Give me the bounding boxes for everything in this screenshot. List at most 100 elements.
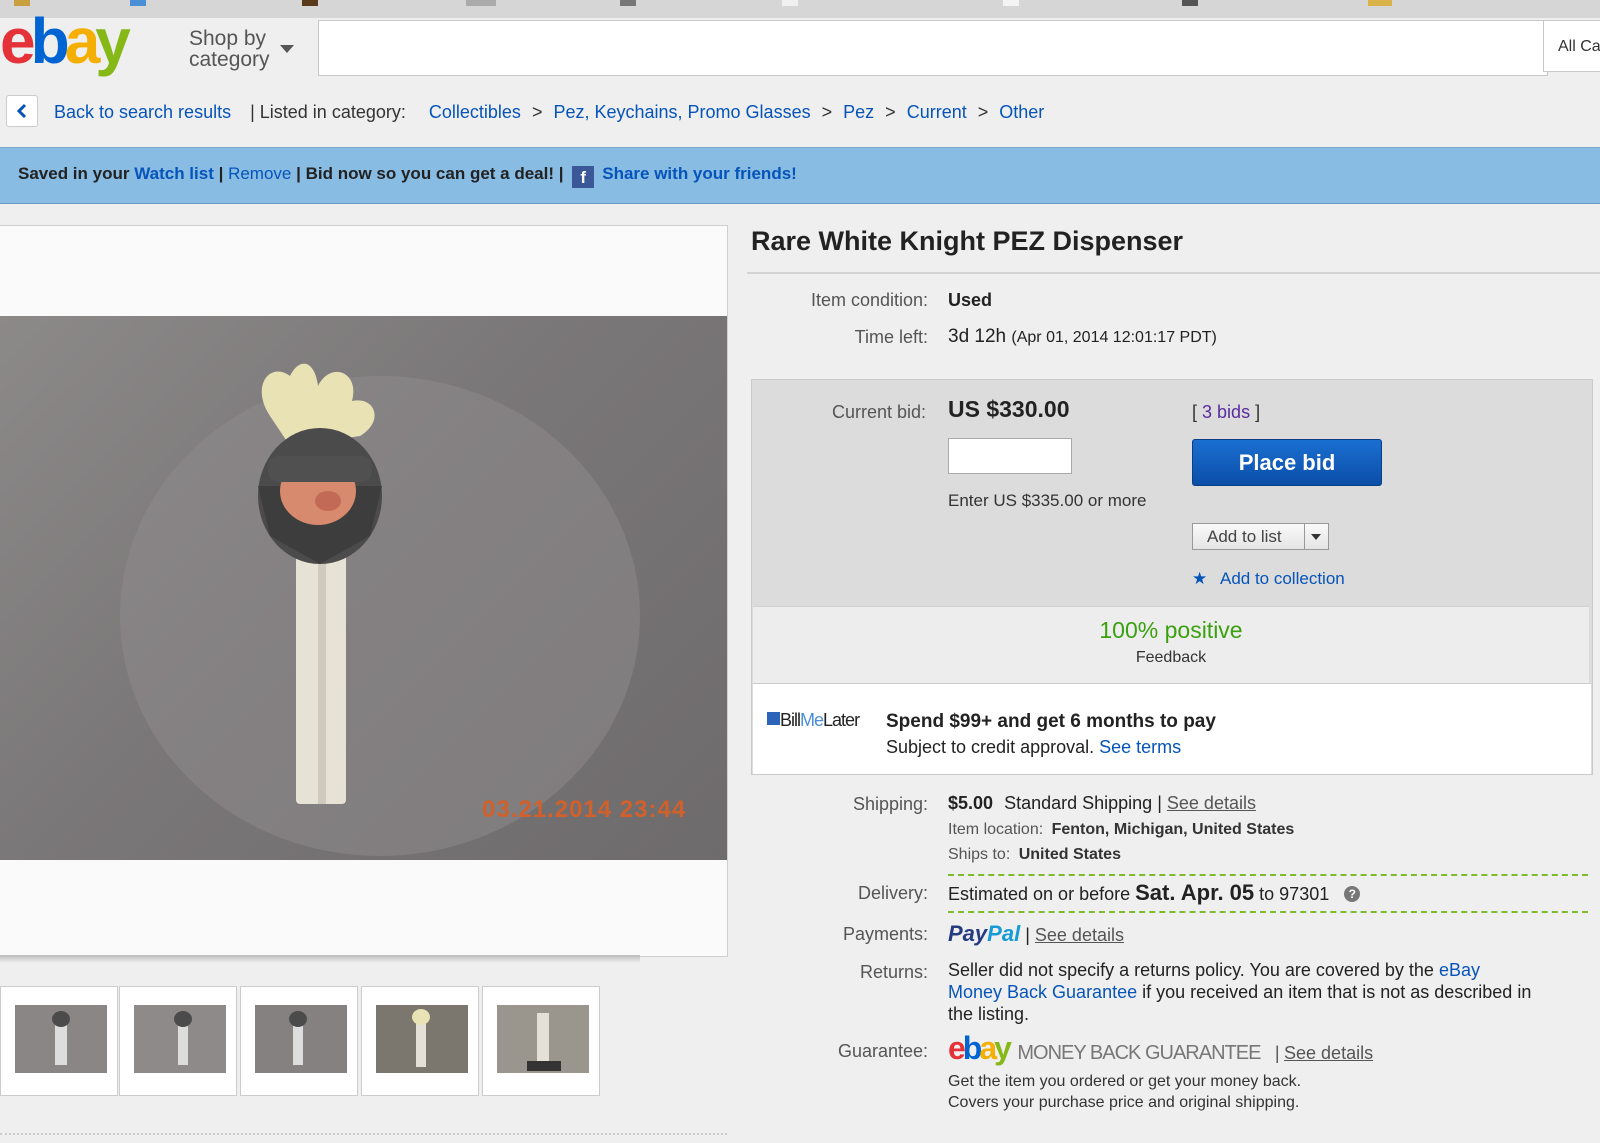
item-title: Rare White Knight PEZ Dispenser	[751, 226, 1184, 256]
billmelater-headline: Spend $99+ and get 6 months to pay	[886, 711, 1216, 732]
divider	[747, 272, 1600, 274]
bracket: [	[1192, 402, 1198, 422]
divider	[0, 1133, 727, 1135]
guarantee-label: Guarantee:	[837, 1041, 928, 1061]
breadcrumb: Back to search results | Listed in categ…	[54, 102, 1044, 123]
ebay-logo: ebay	[948, 1030, 1012, 1066]
breadcrumb-separator: >	[821, 102, 833, 122]
shipping-label: Shipping:	[852, 794, 928, 814]
breadcrumb-item[interactable]: Pez, Keychains, Promo Glasses	[553, 102, 810, 122]
guarantee-row: ebay MONEY BACK GUARANTEE | See details	[948, 1030, 1373, 1067]
paypal-logo: PayPal	[948, 921, 1021, 946]
condition-label: Item condition:	[810, 290, 928, 310]
breadcrumb-separator: >	[885, 102, 896, 122]
bookmark-icon[interactable]	[1182, 0, 1198, 6]
watch-notice-bar: Saved in your Watch list | Remove | Bid …	[0, 147, 1600, 204]
returns-policy-text: if you received an item that is not as d…	[1142, 982, 1532, 1002]
payments-label: Payments:	[842, 924, 928, 944]
star-icon: ★	[1192, 569, 1208, 588]
photo-timestamp: 03.21.2014 23:44	[482, 796, 687, 823]
add-to-list-button[interactable]: Add to list	[1192, 523, 1329, 550]
guarantee-see-details-link[interactable]: See details	[1284, 1043, 1373, 1063]
bookmark-icon[interactable]	[466, 0, 496, 6]
payments-value: PayPal | See details	[948, 921, 1124, 947]
saved-text: Saved in your	[18, 164, 130, 183]
ships-to: Ships to: United States	[948, 846, 1121, 864]
returns-text: Seller did not specify a returns policy.…	[948, 959, 1593, 1025]
all-categories-select[interactable]: All Ca	[1543, 20, 1600, 72]
bid-hint: Enter US $335.00 or more	[948, 491, 1147, 510]
bids-link[interactable]: 3 bids	[1202, 402, 1250, 422]
breadcrumb-separator: >	[977, 102, 989, 122]
bookmarks-bar	[0, 0, 1600, 19]
current-bid-value: US $330.00	[948, 396, 1070, 422]
item-location-label: Item location:	[948, 821, 1044, 838]
breadcrumb-item[interactable]: Collectibles	[429, 102, 521, 122]
place-bid-button[interactable]: Place bid	[1192, 439, 1382, 486]
thumbnail[interactable]	[361, 986, 479, 1096]
payments-see-details-link[interactable]: See details	[1035, 925, 1124, 945]
bid-now-text: Bid now so you can get a deal!	[305, 164, 555, 183]
help-icon[interactable]: ?	[1344, 886, 1361, 902]
breadcrumb-separator: >	[531, 102, 543, 122]
ebay-logo[interactable]: ebay	[0, 9, 131, 73]
shipping-method: Standard Shipping	[1004, 793, 1153, 813]
shipping-see-details-link[interactable]: See details	[1167, 793, 1256, 813]
mbg-text: MONEY BACK GUARANTEE	[1017, 1042, 1261, 1064]
add-to-collection-label: Add to collection	[1219, 569, 1345, 588]
bookmark-icon[interactable]	[1003, 0, 1019, 6]
credit-approval-text: Subject to credit approval.	[886, 737, 1095, 757]
watch-list-link[interactable]: Watch list	[134, 164, 214, 183]
billmelater-sub: Subject to credit approval. See terms	[886, 737, 1181, 758]
delivery-prefix: Estimated on or before	[948, 884, 1131, 904]
shop-by-category-button[interactable]: Shop by category	[189, 28, 270, 70]
returns-label: Returns:	[859, 962, 928, 982]
share-link[interactable]: Share with your friends!	[602, 164, 797, 183]
breadcrumb-item[interactable]: Current	[907, 102, 967, 122]
thumbnail[interactable]	[240, 986, 358, 1096]
bookmark-icon[interactable]	[620, 0, 636, 6]
breadcrumb-item[interactable]: Pez	[843, 102, 874, 122]
guarantee-line1: Get the item you ordered or get your mon…	[948, 1073, 1302, 1090]
remove-link[interactable]: Remove	[228, 164, 291, 183]
feedback-label: Feedback	[1135, 649, 1207, 666]
item-location-value: Fenton, Michigan, United States	[1051, 821, 1295, 838]
thumbnail[interactable]	[482, 986, 600, 1096]
current-bid-label: Current bid:	[831, 402, 926, 422]
guarantee-line2: Covers your purchase price and original …	[948, 1094, 1300, 1111]
bookmark-icon[interactable]	[782, 0, 798, 6]
search-input[interactable]	[318, 20, 1548, 76]
shop-by-label: Shop by	[189, 27, 267, 50]
separator: |	[1025, 925, 1030, 945]
bid-amount-input[interactable]	[948, 438, 1072, 474]
thumbnail[interactable]	[0, 986, 118, 1096]
see-terms-link[interactable]: See terms	[1099, 737, 1181, 757]
facebook-icon[interactable]: f	[572, 166, 595, 188]
back-to-search-link[interactable]: Back to search results	[54, 102, 231, 122]
bookmark-icon[interactable]	[1368, 0, 1392, 6]
thumbnail[interactable]	[119, 986, 237, 1096]
time-left-value: 3d 12h (Apr 01, 2014 12:01:17 PDT)	[948, 326, 1217, 348]
billmelater-logo: BillMeLater	[767, 710, 860, 731]
add-to-collection-link[interactable]: ★ Add to collection	[1192, 569, 1345, 589]
chevron-down-icon[interactable]	[280, 45, 294, 53]
bookmark-icon[interactable]	[130, 0, 146, 6]
delivery-value: Estimated on or before Sat. Apr. 05 to 9…	[948, 880, 1361, 906]
delivery-zip: to 97301	[1259, 884, 1330, 904]
bill-me-later-promo: BillMeLater Spend $99+ and get 6 months …	[753, 683, 1591, 774]
panel-shadow	[0, 955, 640, 963]
chevron-down-icon[interactable]	[1304, 524, 1328, 549]
bookmark-icon[interactable]	[302, 0, 318, 6]
condition-value: Used	[948, 290, 993, 310]
chevron-left-icon	[16, 103, 27, 119]
bracket: ]	[1255, 402, 1261, 422]
checkbox-icon	[767, 712, 780, 725]
divider	[948, 911, 1588, 913]
breadcrumb-item[interactable]: Other	[999, 102, 1044, 122]
time-left: 3d 12h	[948, 326, 1007, 347]
feedback-percent[interactable]: 100% positive	[753, 617, 1589, 644]
delivery-label: Delivery:	[857, 883, 928, 903]
back-button[interactable]	[6, 95, 38, 127]
item-location: Item location: Fenton, Michigan, United …	[948, 821, 1294, 839]
product-photo[interactable]: 03.21.2014 23:44	[0, 316, 727, 860]
